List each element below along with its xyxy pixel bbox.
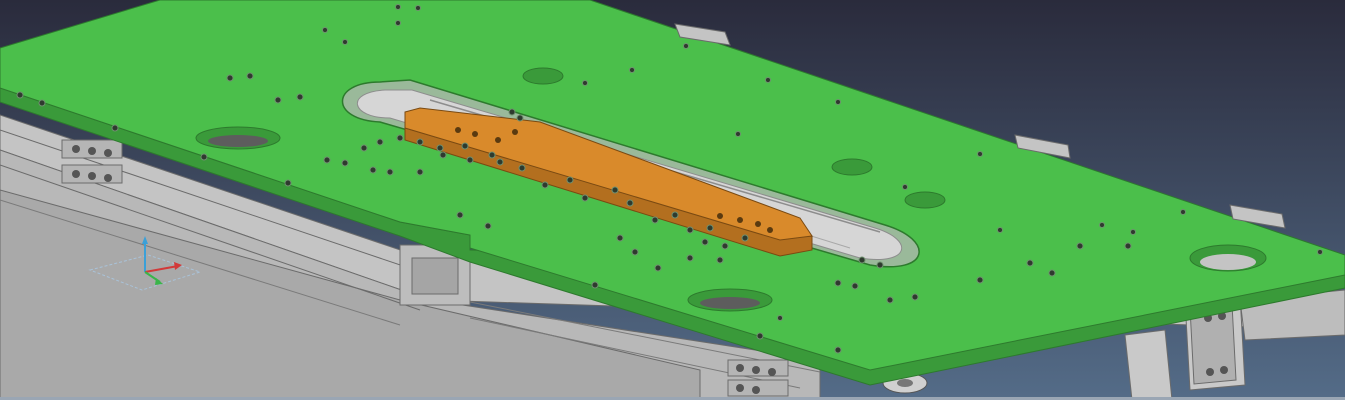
clamp-screw-socket-2: [897, 379, 913, 387]
clamp-block-face: [411, 257, 459, 295]
cad-3d-viewport[interactable]: [0, 0, 1345, 400]
cad-scene-canvas[interactable]: [0, 0, 1345, 400]
